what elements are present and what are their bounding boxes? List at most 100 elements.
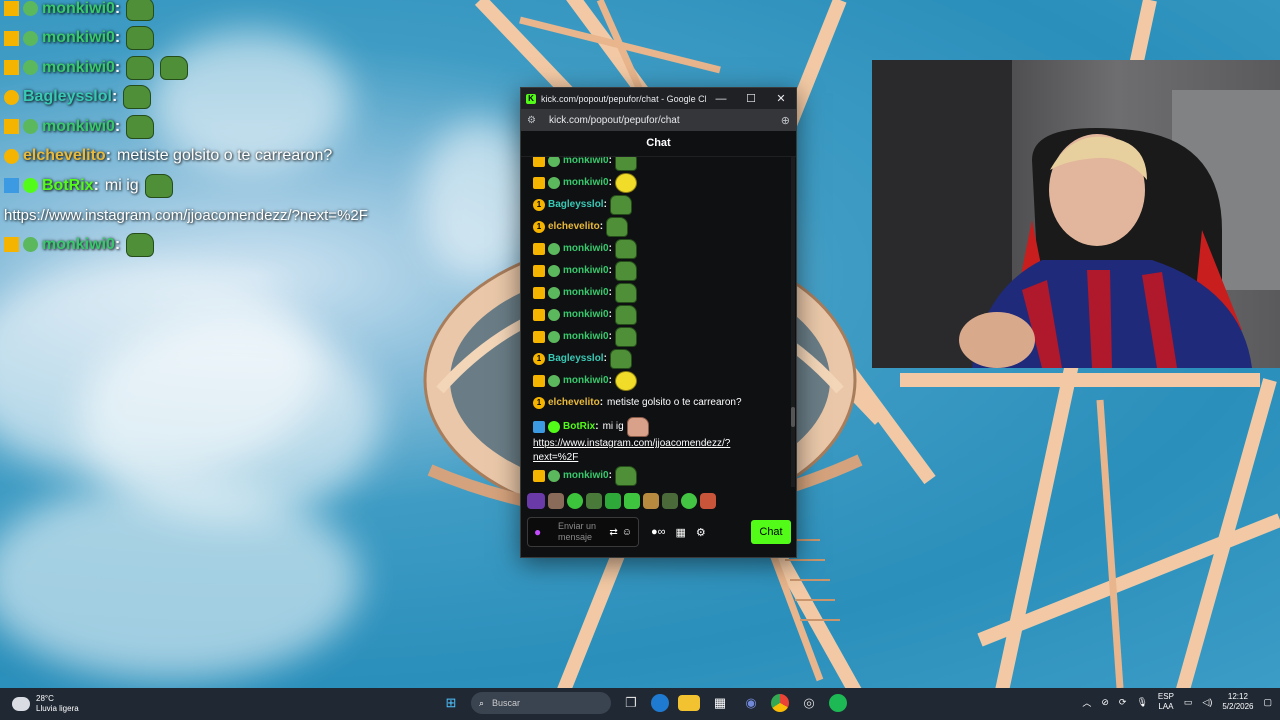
windows-start-icon[interactable]: ⊞ [440, 692, 462, 714]
translate-icon[interactable]: ⇄ [609, 527, 617, 538]
maximize-button[interactable]: ☐ [736, 92, 766, 105]
overlay-chat-row: monkiwi0: [4, 24, 424, 54]
emote-icon[interactable] [681, 493, 697, 509]
chat-colon: : [608, 243, 612, 254]
chat-username[interactable]: BotRix [563, 420, 595, 434]
address-bar[interactable]: ⚙ kick.com/popout/pepufor/chat ⊕ [521, 109, 796, 131]
scrollbar-thumb[interactable] [791, 407, 795, 427]
spotify-icon[interactable] [829, 694, 847, 712]
store-icon[interactable]: ▦ [676, 526, 686, 539]
site-info-icon[interactable]: ⚙ [527, 115, 541, 126]
notification-icon[interactable]: ▢ [1263, 697, 1272, 708]
network-off-icon[interactable]: ⊘ [1101, 697, 1109, 708]
chat-colon: : [608, 309, 612, 320]
wifi-icon[interactable]: ▭ [1184, 697, 1193, 708]
chat-scrollbar[interactable] [791, 157, 795, 487]
emote-icon[interactable] [624, 493, 640, 509]
weather-widget[interactable]: 28°C Lluvia ligera [12, 694, 79, 714]
chat-username[interactable]: elchevelito [548, 396, 600, 410]
emote-icon[interactable] [586, 493, 602, 509]
send-chat-button[interactable]: Chat [751, 520, 791, 544]
emote-icon [144, 173, 173, 198]
emote-icon [614, 239, 637, 259]
chat-username[interactable]: monkiwi0 [563, 176, 609, 190]
discord-icon[interactable]: ◉ [740, 692, 762, 714]
quick-emote-bar[interactable] [527, 491, 789, 511]
store-app-icon[interactable]: ▦ [709, 692, 731, 714]
emote-icon[interactable] [662, 493, 678, 509]
chat-message[interactable]: 1 elchevelito: metiste golsito o te carrea… [521, 392, 791, 414]
chat-username[interactable]: monkiwi0 [563, 330, 609, 344]
minimize-button[interactable]: — [706, 93, 736, 105]
search-icon: ⌕ [479, 697, 485, 708]
frog-badge-icon [548, 157, 560, 167]
chat-username[interactable]: monkiwi0 [563, 242, 609, 256]
webcam-person-illustration [872, 60, 1280, 368]
taskbar-search[interactable]: ⌕ Buscar [471, 692, 611, 714]
clock[interactable]: 12:12 5/2/2026 [1222, 692, 1253, 712]
one-badge-icon: 1 [533, 221, 545, 233]
microphone-icon[interactable]: ● [534, 525, 548, 539]
chat-username[interactable]: monkiwi0 [563, 469, 609, 483]
mic-tray-icon[interactable]: 🎙︎ [1136, 697, 1147, 708]
volume-icon[interactable]: ◁) [1202, 697, 1212, 708]
chat-link[interactable]: https://www.instagram.com/jjoacomendezz/… [533, 437, 743, 465]
taskbar: 28°C Lluvia ligera ⊞ ⌕ Buscar ❐ ▦ ◉ ◎ ︿ … [0, 688, 1280, 720]
emote-icon[interactable] [700, 493, 716, 509]
obs-icon[interactable]: ◎ [798, 692, 820, 714]
emote-icon[interactable] [643, 493, 659, 509]
chat-message-list[interactable]: monkiwi0: monkiwi0:1 Bagleysslol:1 elchevel… [521, 157, 791, 487]
chat-username[interactable]: Bagleysslol [548, 352, 604, 366]
chat-message[interactable]: BotRix: mi ig https://www.instagram.com/jj… [521, 414, 791, 465]
chat-input-placeholder[interactable]: Enviar un mensaje [558, 521, 605, 543]
emote-icon [614, 305, 637, 325]
chat-colon: : [599, 221, 604, 232]
chat-popup-window[interactable]: K kick.com/popout/pepufor/chat - Google … [520, 87, 797, 558]
emote-icon[interactable] [605, 493, 621, 509]
zoom-icon[interactable]: ⊕ [781, 114, 790, 127]
chat-header: Chat [521, 131, 796, 157]
chat-colon: : [608, 265, 612, 276]
chat-username[interactable]: monkiwi0 [563, 286, 609, 300]
chat-username[interactable]: Bagleysslol [548, 198, 604, 212]
emote-icon[interactable] [567, 493, 583, 509]
url-text[interactable]: kick.com/popout/pepufor/chat [549, 115, 781, 126]
chat-message[interactable]: monkiwi0: [521, 465, 791, 487]
chat-message[interactable]: 1 elchevelito: [521, 216, 791, 238]
chat-message[interactable]: monkiwi0: [521, 172, 791, 194]
chat-username[interactable]: monkiwi0 [563, 157, 609, 168]
show-hidden-icons-icon[interactable]: ︿ [1082, 696, 1091, 709]
chat-username[interactable]: elchevelito [548, 220, 600, 234]
chat-username[interactable]: monkiwi0 [563, 308, 609, 322]
chat-username[interactable]: monkiwi0 [563, 264, 609, 278]
emoji-icon[interactable]: ☺ [622, 527, 632, 538]
language-indicator[interactable]: ESP LAA [1158, 692, 1174, 712]
settings-icon[interactable]: ⚙ [696, 526, 706, 539]
chat-username[interactable]: monkiwi0 [563, 374, 609, 388]
chat-message[interactable]: monkiwi0: [521, 304, 791, 326]
task-view-icon[interactable]: ❐ [620, 692, 642, 714]
chat-message[interactable]: monkiwi0: [521, 326, 791, 348]
emote-icon[interactable] [548, 493, 564, 509]
close-button[interactable]: ✕ [766, 92, 796, 105]
emote-icon[interactable] [527, 493, 545, 509]
points-icon[interactable]: ●∞ [651, 526, 666, 538]
chat-message[interactable]: monkiwi0: [521, 260, 791, 282]
chat-message[interactable]: 1 Bagleysslol: [521, 194, 791, 216]
chat-message[interactable]: monkiwi0: [521, 370, 791, 392]
chat-message-text: mi ig [602, 421, 624, 432]
app-tray-icon[interactable]: ⟳ [1119, 697, 1127, 708]
emote-icon [614, 466, 637, 486]
chrome-icon[interactable] [771, 694, 789, 712]
chat-message[interactable]: monkiwi0: [521, 282, 791, 304]
chat-message[interactable]: monkiwi0: [521, 157, 791, 172]
overlay-colon: : [114, 29, 121, 47]
chat-message[interactable]: monkiwi0: [521, 238, 791, 260]
chat-input-row[interactable]: ● Enviar un mensaje ⇄ ☺ ●∞ ▦ ⚙ Chat [527, 515, 791, 549]
chat-input[interactable]: ● Enviar un mensaje ⇄ ☺ [527, 517, 639, 547]
file-explorer-icon[interactable] [678, 695, 700, 711]
overlay-username: monkiwi0 [42, 0, 115, 17]
chat-message[interactable]: 1 Bagleysslol: [521, 348, 791, 370]
window-titlebar[interactable]: K kick.com/popout/pepufor/chat - Google … [521, 88, 796, 109]
edge-icon[interactable] [651, 694, 669, 712]
